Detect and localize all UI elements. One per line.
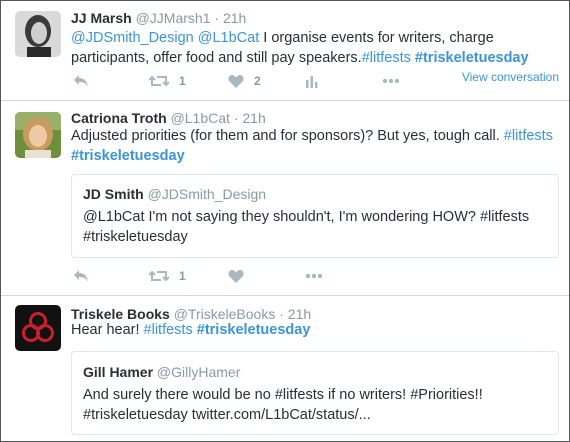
retweet-count: 1: [179, 74, 186, 88]
like-button[interactable]: [228, 266, 244, 286]
avatar-triskele[interactable]: [15, 305, 61, 351]
quoted-author-handle: @JDSmith_Design: [147, 186, 267, 202]
quoted-text-line: @L1bCat I'm not saying they shouldn't, I…: [83, 209, 530, 225]
tweet-text: @JDSmith_Design @L1bCat I organise event…: [71, 28, 561, 68]
more-dots-icon: [305, 273, 323, 279]
avatar-catriona[interactable]: [15, 112, 61, 158]
quoted-tweet[interactable]: JD Smith @JDSmith_Design @L1bCat I'm not…: [71, 174, 559, 258]
hashtag-link[interactable]: #litfests: [144, 322, 193, 338]
quoted-tweet[interactable]: Gill Hamer @GillyHamer And surely there …: [71, 351, 559, 435]
mention-link[interactable]: @JDSmith_Design: [71, 30, 194, 46]
quoted-text-line: #triskeletuesday: [83, 229, 188, 245]
timestamp[interactable]: 21h: [242, 110, 265, 126]
author-name[interactable]: Catriona Troth: [71, 110, 167, 126]
quoted-header: Gill Hamer @GillyHamer: [83, 364, 240, 380]
like-count: 2: [254, 74, 261, 88]
retweet-icon: [149, 270, 169, 282]
tweet-text: Adjusted priorities (for them and for sp…: [71, 126, 561, 166]
tweet-triskele[interactable]: Triskele Books @TriskeleBooks · 21h Hear…: [1, 295, 569, 441]
author-handle[interactable]: @JJMarsh1: [136, 10, 211, 26]
analytics-button[interactable]: [305, 71, 319, 91]
more-dots-icon: [382, 78, 400, 84]
tweet-text-segment: participants, offer food and still pay s…: [71, 50, 362, 66]
tweet-header: Catriona Troth @L1bCat · 21h: [71, 109, 266, 127]
separator-dot: ·: [214, 10, 220, 26]
reply-icon: [74, 270, 88, 282]
tweet-text: Hear hear! #litfests #triskeletuesday: [71, 320, 561, 340]
mention-link[interactable]: @L1bCat: [198, 30, 259, 46]
heart-icon: [228, 270, 244, 283]
hashtag-link[interactable]: #triskeletuesday: [415, 50, 529, 66]
tweet-catriona[interactable]: Catriona Troth @L1bCat · 21h Adjusted pr…: [1, 100, 569, 295]
quoted-text-line: And surely there would be no #litfests i…: [83, 387, 483, 403]
tweet-jjmarsh[interactable]: JJ Marsh @JJMarsh1 · 21h @JDSmith_Design…: [1, 1, 569, 100]
quoted-author-name: JD Smith: [83, 186, 144, 202]
avatar-jjmarsh[interactable]: [15, 11, 61, 57]
triskele-logo: [15, 305, 61, 351]
heart-icon: [228, 75, 244, 88]
hashtag-link[interactable]: #triskeletuesday: [197, 322, 311, 338]
tweet-text-segment: Hear hear!: [71, 322, 140, 338]
hashtag-link[interactable]: #triskeletuesday: [71, 148, 185, 164]
tweet-actions: 1: [71, 266, 371, 286]
hashtag-link[interactable]: #litfests: [504, 128, 553, 144]
reply-button[interactable]: [73, 71, 89, 91]
more-button[interactable]: [305, 266, 323, 286]
retweet-button[interactable]: 1: [149, 71, 186, 91]
more-button[interactable]: [382, 71, 400, 91]
tweet-actions: 1 2: [71, 71, 400, 91]
tweet-text-segment: Adjusted priorities (for them and for sp…: [71, 128, 500, 144]
retweet-button[interactable]: 1: [149, 266, 186, 286]
tweet-header: JJ Marsh @JJMarsh1 · 21h: [71, 9, 246, 27]
quoted-author-name: Gill Hamer: [83, 364, 154, 380]
quoted-header: JD Smith @JDSmith_Design: [83, 186, 266, 202]
author-name[interactable]: JJ Marsh: [71, 10, 132, 26]
retweet-count: 1: [179, 269, 186, 283]
hashtag-link[interactable]: #litfests: [362, 50, 411, 66]
reply-button[interactable]: [73, 266, 89, 286]
bar-chart-icon: [306, 76, 318, 88]
reply-icon: [74, 75, 88, 87]
view-conversation-link[interactable]: View conversation: [462, 70, 559, 84]
timestamp[interactable]: 21h: [223, 10, 246, 26]
retweet-icon: [149, 75, 169, 87]
quoted-text: And surely there would be no #litfests i…: [83, 385, 483, 425]
author-handle[interactable]: @L1bCat: [171, 110, 230, 126]
like-button[interactable]: 2: [228, 71, 261, 91]
quoted-text: @L1bCat I'm not saying they shouldn't, I…: [83, 207, 529, 247]
tweet-text-segment: I organise events for writers, charge: [259, 30, 494, 46]
quoted-text-line: #triskeletuesday twitter.com/L1bCat/stat…: [83, 407, 371, 423]
quoted-author-handle: @GillyHamer: [156, 364, 241, 380]
timeline: JJ Marsh @JJMarsh1 · 21h @JDSmith_Design…: [0, 0, 570, 442]
separator-dot: ·: [233, 110, 239, 126]
